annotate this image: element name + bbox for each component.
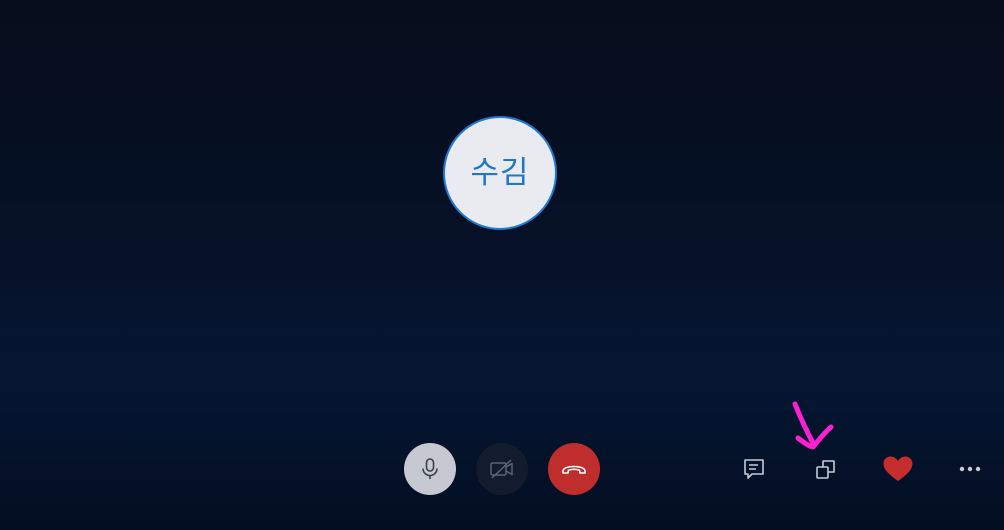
mute-microphone-button[interactable] (404, 443, 456, 495)
screen-share-icon (814, 457, 838, 481)
microphone-icon (419, 457, 441, 481)
chat-button[interactable] (736, 451, 772, 487)
participant-initials: 수김 (470, 154, 530, 191)
video-off-icon (489, 458, 515, 480)
share-screen-button[interactable] (808, 451, 844, 487)
heart-icon (882, 455, 914, 483)
call-stage: 수김 (0, 0, 1004, 530)
more-options-icon (958, 465, 982, 473)
participant-avatar: 수김 (443, 116, 557, 230)
end-call-button[interactable] (548, 443, 600, 495)
chat-icon (742, 457, 766, 481)
video-toggle-button[interactable] (476, 443, 528, 495)
more-options-button[interactable] (952, 451, 988, 487)
phone-hangup-icon (560, 462, 588, 476)
send-reaction-button[interactable] (880, 451, 916, 487)
